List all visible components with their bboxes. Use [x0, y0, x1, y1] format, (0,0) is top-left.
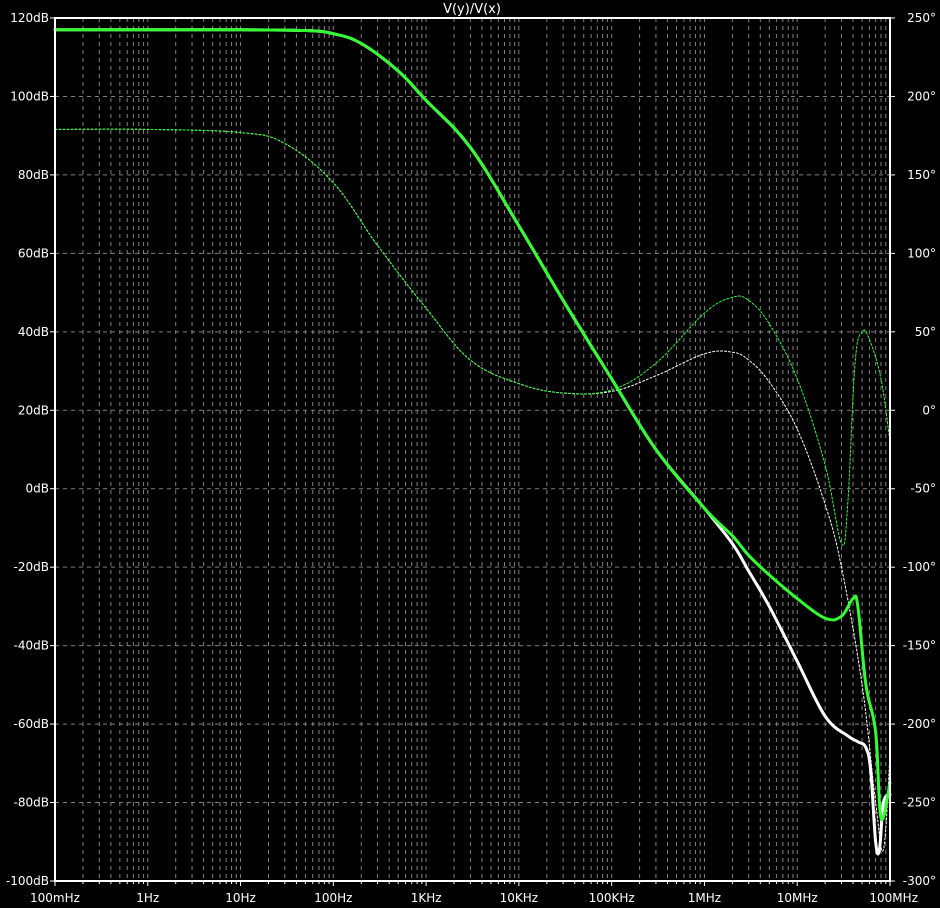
- y-left-tick-label: 20dB: [18, 403, 49, 417]
- x-tick-label: 10MHz: [777, 891, 818, 905]
- y-right-tick-label: -300°: [903, 874, 936, 888]
- y-right-tick-label: -200°: [903, 717, 936, 731]
- y-left-tick-label: 100dB: [10, 89, 49, 103]
- y-right-tick-label: 50°: [915, 325, 936, 339]
- y-left-tick-label: -60dB: [14, 717, 49, 731]
- y-left-tick-label: 80dB: [18, 168, 49, 182]
- y-right-tick-label: 100°: [907, 246, 936, 260]
- bode-plot-canvas: 100mHz 1Hz 10Hz 100Hz 1KHz 10KHz 100KHz 1MHz 10M…: [0, 0, 940, 908]
- y-left-tick-label: -100dB: [6, 874, 49, 888]
- chart-title: V(y)/V(x): [443, 2, 501, 17]
- y-right-tick-label: -100°: [903, 560, 936, 574]
- x-tick-label: 1MHz: [688, 891, 721, 905]
- y-left-tick-label: 40dB: [18, 325, 49, 339]
- y-right-tick-label: -250°: [903, 796, 936, 810]
- x-tick-label: 1KHz: [411, 891, 442, 905]
- y-left-tick-label: -20dB: [14, 560, 49, 574]
- x-tick-label: 10KHz: [500, 891, 538, 905]
- y-left-tick-label: -80dB: [14, 796, 49, 810]
- y-right-tick-label: -50°: [910, 482, 936, 496]
- y-left-tick-label: 60dB: [18, 246, 49, 260]
- y-right-tick-label: -150°: [903, 639, 936, 653]
- y-left-tick-label: 0dB: [26, 482, 49, 496]
- y-right-tick-label: 200°: [907, 89, 936, 103]
- x-tick-label: 1Hz: [136, 891, 159, 905]
- x-tick-label: 100MHz: [869, 891, 918, 905]
- y-right-tick-label: 150°: [907, 168, 936, 182]
- y-right-tick-label: 0°: [922, 403, 936, 417]
- x-tick-label: 100Hz: [314, 891, 352, 905]
- y-left-tick-label: 120dB: [10, 11, 49, 25]
- y-right-tick-label: 250°: [907, 11, 936, 25]
- x-tick-label: 10Hz: [225, 891, 256, 905]
- y-left-tick-label: -40dB: [14, 639, 49, 653]
- x-tick-label: 100mHz: [30, 891, 80, 905]
- x-tick-label: 100KHz: [589, 891, 635, 905]
